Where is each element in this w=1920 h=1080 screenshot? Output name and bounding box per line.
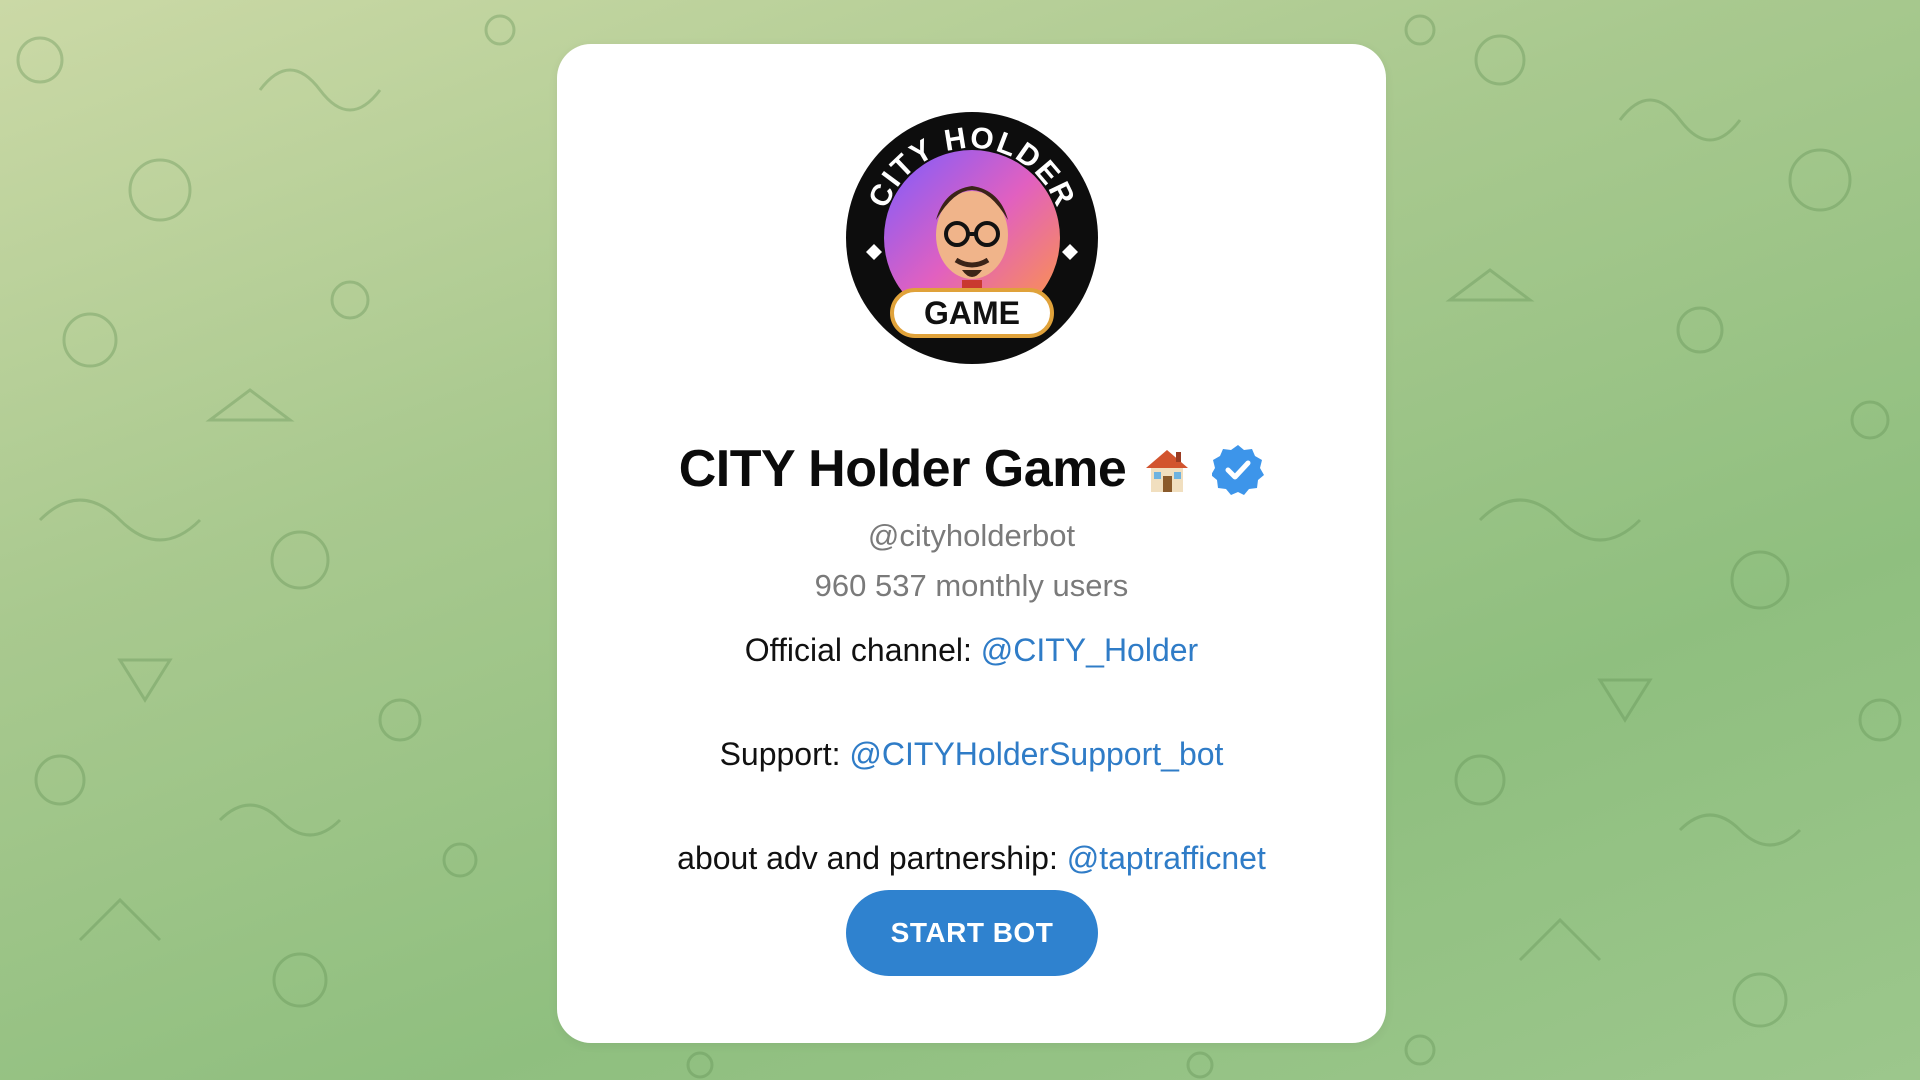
bot-avatar[interactable]: CITY HOLDER GAME	[844, 110, 1100, 366]
house-icon	[1146, 450, 1189, 492]
avatar-banner-text: GAME	[924, 295, 1020, 331]
official-channel-link[interactable]: @CITY_Holder	[981, 632, 1198, 668]
start-bot-button[interactable]: START BOT	[846, 890, 1098, 976]
bot-username: @cityholderbot	[867, 518, 1076, 553]
bot-profile-card: CITY HOLDER GAME CITY Holder Game @cityh…	[557, 44, 1386, 1043]
partnership-link[interactable]: @taptrafficnet	[1067, 840, 1266, 876]
monthly-users-count: 960 537 monthly users	[814, 568, 1129, 603]
support-label: Support:	[719, 736, 850, 772]
official-channel-line: Official channel: @CITY_Holder	[557, 632, 1386, 669]
official-channel-label: Official channel:	[744, 632, 981, 668]
title-row: CITY Holder Game	[557, 434, 1386, 504]
verified-icon	[1212, 445, 1265, 495]
partnership-label: about adv and partnership:	[677, 840, 1067, 876]
support-line: Support: @CITYHolderSupport_bot	[557, 736, 1386, 773]
support-link[interactable]: @CITYHolderSupport_bot	[849, 736, 1223, 772]
bot-title: CITY Holder Game	[678, 440, 1127, 498]
partnership-line: about adv and partnership: @taptrafficne…	[557, 840, 1386, 877]
